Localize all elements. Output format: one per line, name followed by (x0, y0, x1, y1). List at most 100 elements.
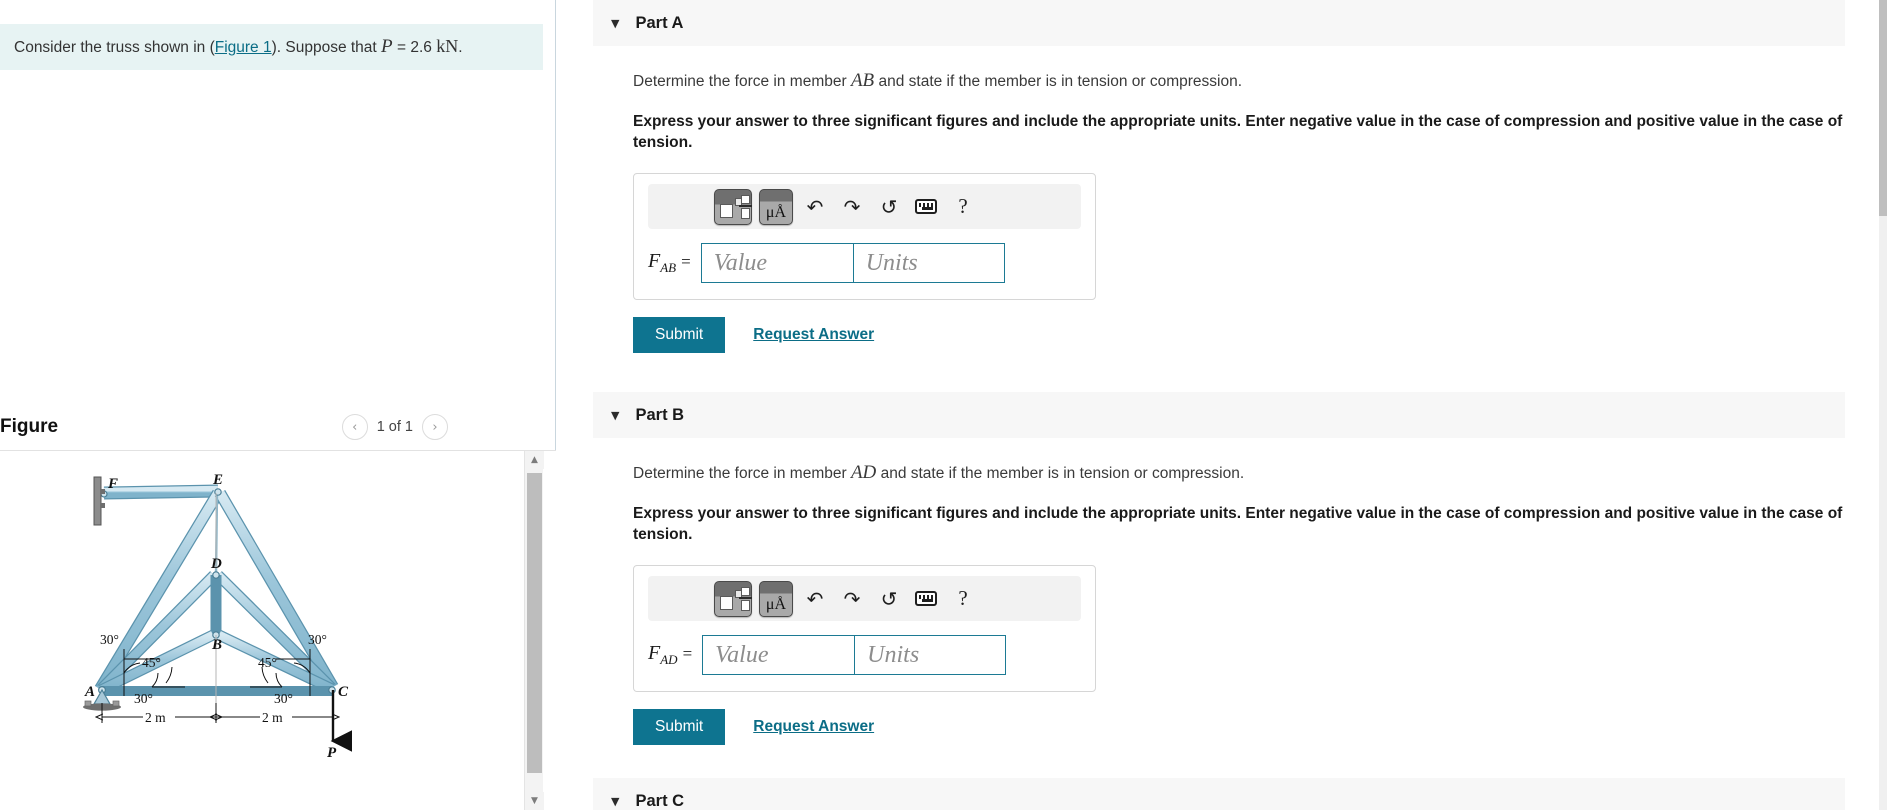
answer-box-a: μÅ ↶ ↷ ↺ ? FAB = (633, 173, 1096, 301)
answer-row-a: FAB = (648, 243, 1081, 284)
part-label-c: Part C (635, 791, 685, 810)
units-input-a[interactable] (852, 243, 1005, 284)
svg-text:C: C (338, 684, 349, 700)
request-answer-link-a[interactable]: Request Answer (753, 326, 874, 344)
problem-text-before: Consider the truss shown in ( (14, 38, 215, 56)
svg-text:F: F (107, 476, 118, 492)
request-answer-link-b[interactable]: Request Answer (753, 718, 874, 736)
left-panel: Consider the truss shown in (Figure 1). … (0, 0, 556, 810)
question-var-a: AB (850, 70, 875, 91)
figure-prev-button[interactable]: ‹ (341, 414, 368, 440)
submit-button-b[interactable]: Submit (633, 709, 726, 746)
submit-button-a[interactable]: Submit (633, 317, 726, 354)
figure-scroll-down-button[interactable]: ▼ (525, 792, 544, 810)
answer-symbol-a: F (648, 250, 661, 273)
help-icon[interactable]: ? (948, 584, 978, 614)
question-var-b: AD (850, 462, 877, 483)
answer-row-b: FAD = (648, 635, 1081, 676)
part-header-c[interactable]: ▼ Part C (593, 778, 1845, 810)
submit-row-b: Submit Request Answer (633, 709, 1879, 746)
answer-box-b: μÅ ↶ ↷ ↺ ? FAD = (633, 565, 1096, 693)
problem-statement-text: Consider the truss shown in (Figure 1). … (14, 35, 463, 60)
question-text-a: Determine the force in member AB and sta… (633, 68, 1879, 94)
math-template-icon[interactable] (714, 188, 752, 225)
problem-var-p: P (381, 35, 393, 57)
truss-diagram: F E D B A C P 30° 45° 30° 30° 45° 30° 2 … (83, 472, 353, 761)
figure-scroll-up-button[interactable]: ▲ (525, 451, 544, 469)
main-content-column: ▼ Part A Determine the force in member A… (557, 0, 1879, 810)
question-text-b: Determine the force in member AD and sta… (633, 460, 1879, 486)
figure-scrollbar[interactable]: ▲ ▼ (524, 451, 544, 810)
answer-subscript-a: AB (660, 260, 677, 276)
reset-icon[interactable]: ↺ (874, 192, 904, 222)
figure-1-link[interactable]: Figure 1 (215, 39, 272, 56)
svg-text:30°: 30° (134, 691, 153, 706)
answer-equals-a: = (681, 252, 691, 272)
dim-label-right: 2 m (262, 710, 283, 725)
figure-counter: 1 of 1 (376, 419, 413, 435)
figure-scroll-thumb[interactable] (527, 473, 542, 773)
chevron-right-icon: › (432, 419, 438, 435)
collapse-caret-icon-b[interactable]: ▼ (611, 409, 619, 422)
problem-statement: Consider the truss shown in (Figure 1). … (0, 24, 543, 70)
part-header-b[interactable]: ▼ Part B (593, 392, 1845, 438)
greek-units-icon[interactable]: μÅ (759, 188, 793, 225)
part-header-a[interactable]: ▼ Part A (593, 0, 1845, 46)
dim-label-left: 2 m (145, 710, 166, 725)
svg-text:30°: 30° (100, 632, 119, 647)
svg-text:30°: 30° (274, 691, 293, 706)
math-template-icon[interactable] (714, 580, 752, 617)
svg-text:D: D (210, 556, 222, 572)
keyboard-icon[interactable] (911, 192, 941, 222)
value-input-b[interactable] (702, 635, 855, 676)
page-scrollbar[interactable] (1879, 0, 1887, 810)
svg-text:45°: 45° (142, 655, 161, 670)
units-input-b[interactable] (854, 635, 1007, 676)
dimension-lines (102, 703, 333, 723)
problem-text-mid: ). Suppose that (271, 38, 382, 56)
question-suffix-a: and state if the member is in tension or… (874, 73, 1243, 90)
problem-unit: kN (436, 35, 459, 56)
problem-equals: = (392, 38, 411, 56)
answer-toolbar-b: μÅ ↶ ↷ ↺ ? (648, 576, 1081, 622)
svg-text:P: P (327, 745, 337, 761)
greek-units-icon[interactable]: μÅ (759, 580, 793, 617)
figure-body: F E D B A C P 30° 45° 30° 30° 45° 30° 2 … (0, 451, 556, 810)
page-scroll-thumb[interactable] (1879, 0, 1887, 216)
undo-icon[interactable]: ↶ (800, 584, 830, 614)
keyboard-icon[interactable] (911, 584, 941, 614)
svg-text:E: E (212, 472, 223, 488)
wall-fixed-support (93, 476, 105, 526)
answer-equals-b: = (682, 644, 693, 664)
question-prefix-a: Determine the force in member (633, 73, 851, 90)
figure-next-button[interactable]: › (422, 414, 448, 440)
problem-period: . (458, 38, 463, 56)
figure-panel-title: Figure (0, 416, 59, 437)
question-prefix-b: Determine the force in member (633, 465, 851, 482)
answer-subscript-b: AD (660, 652, 678, 668)
answer-label-a: FAB = (648, 250, 691, 276)
answer-symbol-b: F (648, 642, 661, 665)
redo-icon[interactable]: ↷ (837, 192, 867, 222)
instructions-a: Express your answer to three significant… (633, 112, 1843, 151)
redo-icon[interactable]: ↷ (837, 584, 867, 614)
undo-icon[interactable]: ↶ (800, 192, 830, 222)
figure-navigation: ‹ 1 of 1 › (341, 414, 448, 440)
instructions-b: Express your answer to three significant… (633, 504, 1843, 543)
figure-header: Figure ‹ 1 of 1 › (0, 404, 556, 450)
problem-value: 2.6 (410, 38, 437, 56)
value-input-a[interactable] (700, 243, 853, 284)
submit-row-a: Submit Request Answer (633, 317, 1879, 354)
part-body-b: Determine the force in member AD and sta… (593, 460, 1879, 746)
part-label-b: Part B (635, 405, 685, 424)
svg-text:45°: 45° (258, 655, 277, 670)
svg-text:B: B (211, 637, 222, 653)
reset-icon[interactable]: ↺ (874, 584, 904, 614)
page-root: Consider the truss shown in (Figure 1). … (0, 0, 1887, 810)
collapse-caret-icon-a[interactable]: ▼ (611, 17, 619, 30)
part-label-a: Part A (635, 13, 684, 32)
chevron-left-icon: ‹ (352, 419, 358, 435)
part-body-a: Determine the force in member AB and sta… (593, 68, 1879, 354)
help-icon[interactable]: ? (948, 192, 978, 222)
collapse-caret-icon-c[interactable]: ▼ (611, 795, 619, 808)
